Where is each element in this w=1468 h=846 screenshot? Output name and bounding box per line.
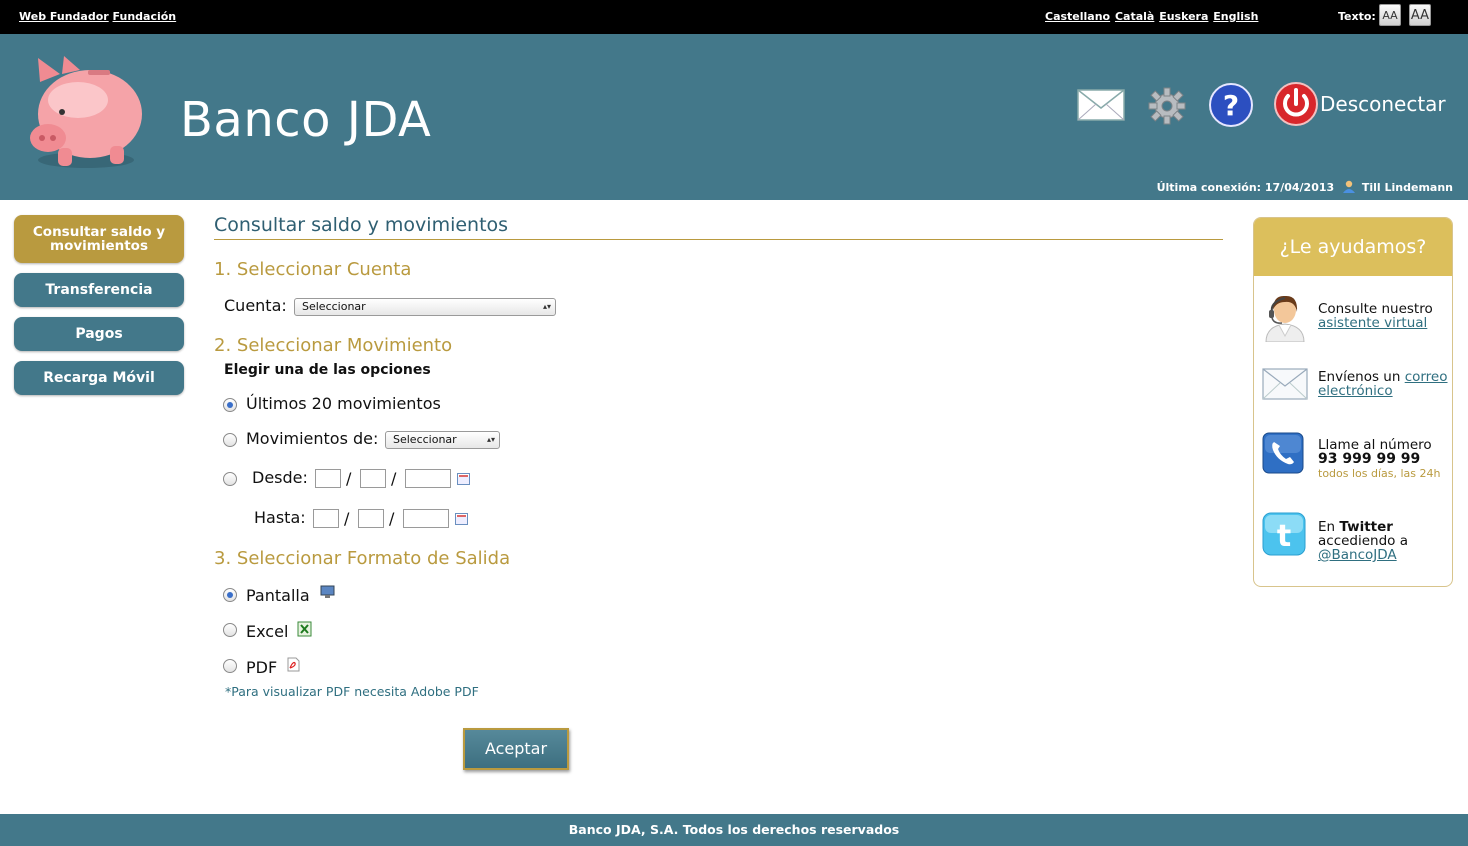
movements-of-select[interactable]: Seleccionar ▴▾ [385,431,500,449]
twitter-link[interactable]: @BancoJDA [1318,547,1397,563]
to-month-input[interactable] [358,509,384,528]
to-year-input[interactable] [403,509,449,528]
from-calendar-icon[interactable] [457,473,470,485]
text-size-increase-button[interactable]: AA [1409,4,1431,26]
lang-castellano-link[interactable]: Castellano [1045,10,1110,23]
radio-movements-of-label: Movimientos de: [246,429,379,448]
radio-format-pdf[interactable] [223,659,237,673]
section-select-movement-heading: 2. Seleccionar Movimiento [214,335,453,356]
mail-icon [1262,368,1308,400]
from-year-input[interactable] [405,469,451,488]
radio-format-screen[interactable] [223,588,237,602]
account-label: Cuenta: [224,296,287,315]
help-panel-title: ¿Le ayudamos? [1254,218,1452,276]
date-separator: / [389,509,395,528]
fundacion-link[interactable]: Fundación [113,10,177,23]
radio-format-screen-label: Pantalla [246,586,310,605]
phone-number: 93 999 99 99 [1318,451,1421,467]
radio-format-excel-label: Excel [246,622,289,641]
last-connection-text: Última conexión: 17/04/2013 [1156,181,1335,194]
pdf-note: *Para visualizar PDF necesita Adobe PDF [225,684,479,699]
disconnect-button[interactable]: Desconectar [1320,92,1446,116]
header: Banco JDA ? Desconectar Última conexión:… [0,34,1468,200]
choose-option-label: Elegir una de las opciones [224,362,431,378]
from-day-input[interactable] [315,469,341,488]
monitor-icon [320,585,335,598]
radio-last-20[interactable] [223,398,237,412]
account-select[interactable]: Seleccionar ▴▾ [294,298,556,316]
virtual-assistant-icon [1265,295,1305,342]
excel-icon [297,621,312,637]
nav-transferencia-label: Transferencia [45,282,153,298]
radio-format-excel[interactable] [223,623,237,637]
page-title: Consultar saldo y movimientos [214,214,509,236]
nav-pagos-label: Pagos [75,326,123,342]
help-panel: ¿Le ayudamos? Consulte nuestro asistente… [1253,217,1453,587]
svg-text:t: t [1277,519,1291,554]
movements-of-select-value: Seleccionar [393,433,457,446]
radio-movements-of[interactable] [223,433,237,447]
phone-hours: todos los días, las 24h [1318,467,1441,480]
lang-english-link[interactable]: English [1213,10,1258,23]
help-question-icon[interactable]: ? [1208,82,1254,128]
lang-euskera-link[interactable]: Euskera [1159,10,1208,23]
power-icon[interactable] [1274,82,1318,126]
to-day-input[interactable] [313,509,339,528]
account-select-value: Seleccionar [302,300,366,313]
email-block: Envíenos un correo electrónico [1318,370,1452,398]
to-label: Hasta: [254,508,306,527]
web-fundador-link[interactable]: Web Fundador [19,10,109,23]
select-arrows-icon: ▴▾ [486,435,495,444]
date-separator: / [391,469,397,488]
date-separator: / [344,509,350,528]
phone-block: Llame al número 93 999 99 99 todos los d… [1318,438,1452,481]
top-bar: Web Fundador Fundación Castellano Català… [0,0,1468,34]
section-select-account-heading: 1. Seleccionar Cuenta [214,259,412,280]
gear-icon[interactable] [1147,86,1187,126]
top-links: Web Fundador Fundación [19,10,176,23]
assistant-block: Consulte nuestro asistente virtual [1318,302,1452,330]
text-size-decrease-label: AA [1382,9,1398,22]
text-size-decrease-button[interactable]: AA [1379,4,1401,26]
user-name: Till Lindemann [1361,181,1453,194]
nav-recarga-movil[interactable]: Recarga Móvil [14,361,184,395]
select-arrows-icon: ▴▾ [542,302,551,311]
text-size-increase-label: AA [1410,8,1430,23]
twitter-block: En Twitter accediendo a @BancoJDA [1318,520,1452,562]
nav-pagos[interactable]: Pagos [14,317,184,351]
lang-catala-link[interactable]: Català [1115,10,1154,23]
accept-button[interactable]: Aceptar [463,728,569,770]
radio-last-20-label: Últimos 20 movimientos [246,394,441,413]
phone-icon [1262,432,1304,474]
twitter-icon: t [1262,512,1306,556]
pdf-icon [287,657,300,672]
footer: Banco JDA, S.A. Todos los derechos reser… [0,814,1468,846]
from-month-input[interactable] [360,469,386,488]
piggy-bank-logo-icon [30,56,142,168]
date-separator: / [346,469,352,488]
to-calendar-icon[interactable] [455,513,468,525]
footer-text: Banco JDA, S.A. Todos los derechos reser… [568,822,900,837]
nav-recarga-movil-label: Recarga Móvil [43,370,155,386]
last-connection-info: Última conexión: 17/04/2013 Till Lindema… [1157,180,1453,194]
title-divider [214,239,1223,240]
svg-text:?: ? [1223,89,1239,122]
virtual-assistant-link[interactable]: asistente virtual [1318,315,1427,331]
section-output-format-heading: 3. Seleccionar Formato de Salida [214,548,511,569]
bank-name: Banco JDA [180,92,432,148]
nav-consultar-saldo[interactable]: Consultar saldo y movimientos [14,215,184,263]
nav-consultar-saldo-label: Consultar saldo y movimientos [32,224,166,254]
user-icon [1343,180,1356,193]
nav-transferencia[interactable]: Transferencia [14,273,184,307]
email-link-continued[interactable]: electrónico [1318,383,1393,399]
mail-icon[interactable] [1077,89,1125,121]
radio-date-range[interactable] [223,472,237,486]
from-label: Desde: [252,468,308,487]
language-links: Castellano Català Euskera English [1045,10,1259,23]
radio-format-pdf-label: PDF [246,658,278,677]
email-link[interactable]: correo [1405,369,1448,385]
text-size-label: Texto: [1338,10,1376,23]
